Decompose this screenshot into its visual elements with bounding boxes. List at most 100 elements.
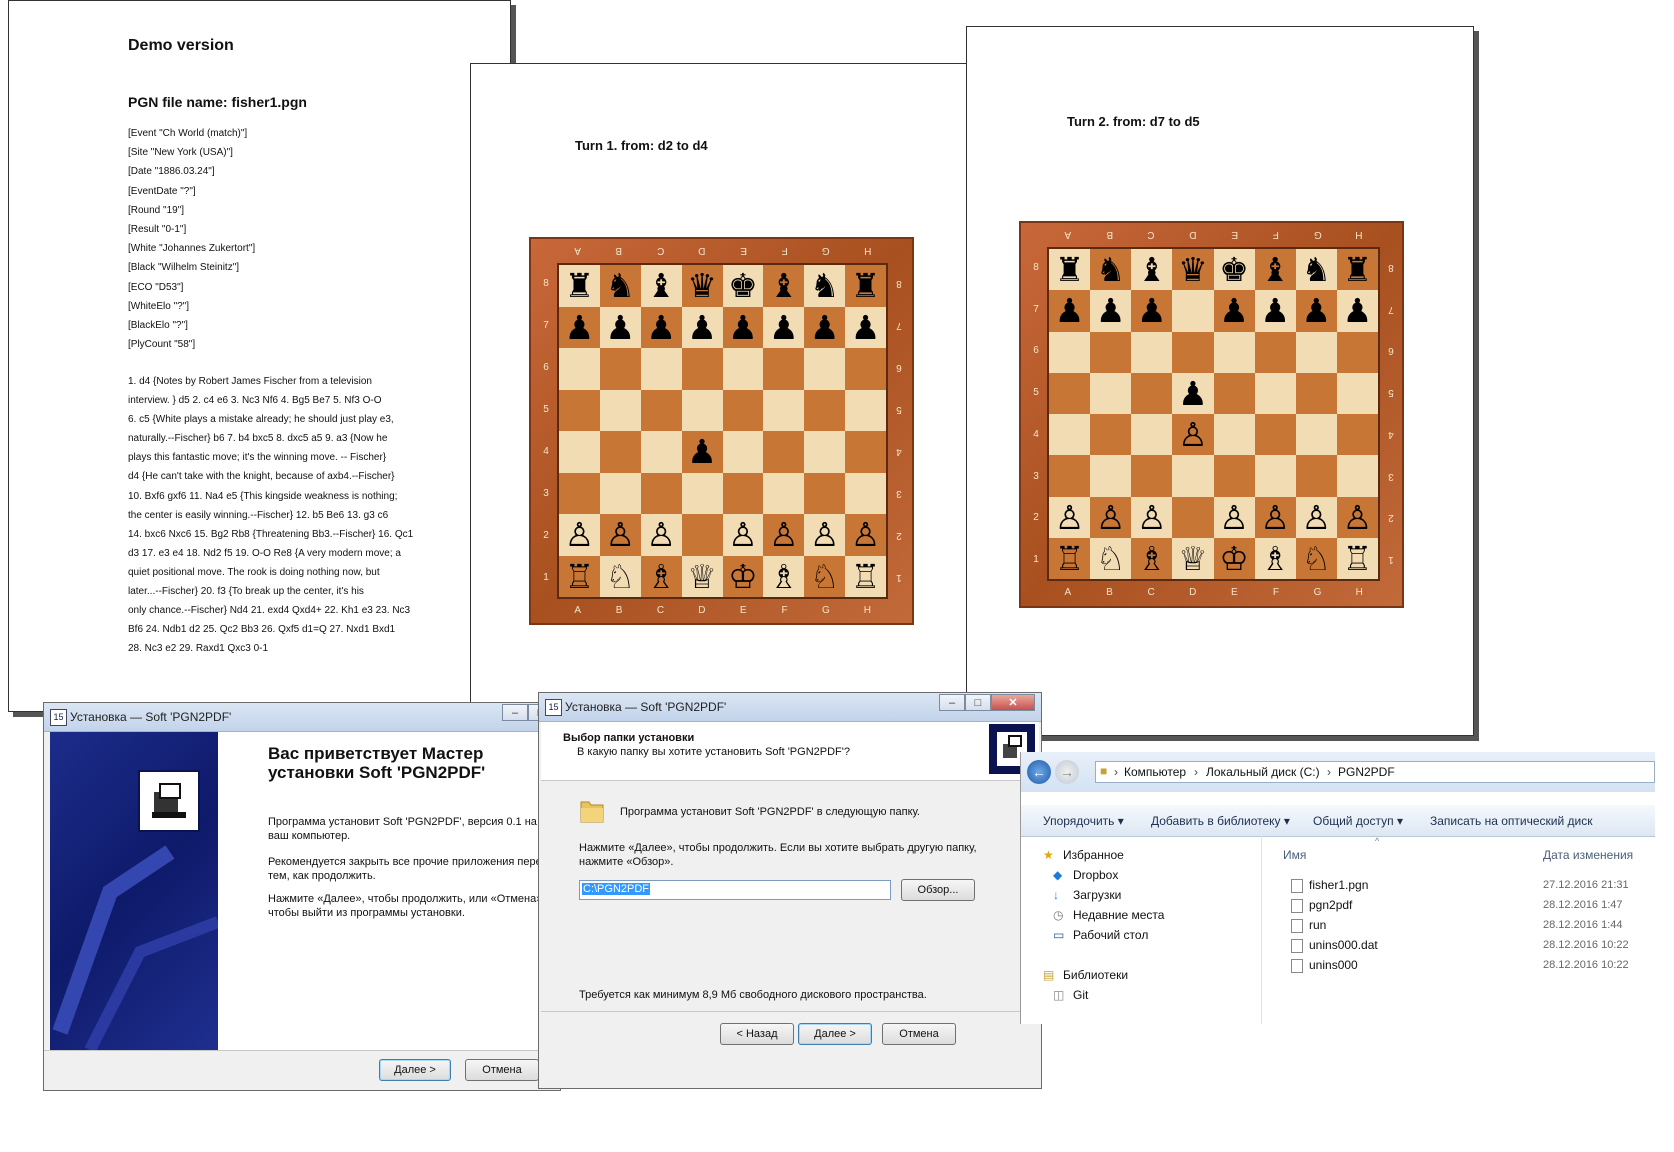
next-button[interactable]: Далее > bbox=[379, 1059, 451, 1081]
board-square: ♙ bbox=[1090, 496, 1132, 538]
board-square: ♗ bbox=[1254, 537, 1296, 579]
rank-label: 8 bbox=[543, 278, 549, 289]
pgn-notes-line: naturally.--Fischer} b6 7. b4 bxc5 8. dx… bbox=[128, 433, 388, 445]
pgn-tags: [Event "Ch World (match)"] [Site "New Yor… bbox=[128, 124, 418, 354]
title-bar[interactable]: 15 Установка — Soft 'PGN2PDF' – □ ✕ bbox=[539, 693, 1041, 722]
column-date-header[interactable]: Дата изменения bbox=[1543, 848, 1633, 862]
white-knight-icon: ♘ bbox=[605, 557, 636, 595]
nav-item-5[interactable]: ▤ Библиотеки bbox=[1043, 968, 1128, 982]
board-square bbox=[1131, 331, 1173, 373]
window-title: Установка — Soft 'PGN2PDF' bbox=[70, 710, 232, 724]
forward-nav-button[interactable]: → bbox=[1055, 760, 1079, 784]
file-label: D bbox=[1189, 587, 1197, 598]
setup-app-icon: 15 bbox=[50, 709, 67, 726]
board-square bbox=[1295, 331, 1337, 373]
rank-label: 5 bbox=[896, 404, 902, 415]
white-pawn-icon: ♙ bbox=[769, 516, 799, 554]
file-row[interactable]: unins000 bbox=[1291, 958, 1358, 973]
file-row[interactable]: pgn2pdf bbox=[1291, 898, 1352, 913]
board-square bbox=[1090, 455, 1132, 497]
board-square: ♘ bbox=[1090, 537, 1132, 579]
board-square: ♟ bbox=[1049, 290, 1091, 332]
cancel-button[interactable]: Отмена bbox=[465, 1059, 539, 1081]
pgn-notes-line: only chance.--Fischer} Nd4 21. exd4 Qxd4… bbox=[128, 605, 411, 617]
install-path-input[interactable]: C:\PGN2PDF bbox=[579, 880, 891, 900]
file-row[interactable]: fisher1.pgn bbox=[1291, 878, 1368, 893]
board-square bbox=[845, 472, 886, 514]
rank-label: 4 bbox=[1033, 428, 1039, 440]
black-rook-icon: ♜ bbox=[1054, 251, 1085, 289]
pgn-notes-line: quiet positional move. The rook is doing… bbox=[128, 566, 380, 578]
board-square bbox=[804, 389, 846, 431]
white-pawn-icon: ♙ bbox=[1137, 498, 1167, 536]
board-square bbox=[640, 472, 682, 514]
cancel-button[interactable]: Отмена bbox=[882, 1023, 956, 1045]
back-button[interactable]: < Назад bbox=[720, 1023, 794, 1045]
file-label: H bbox=[1355, 229, 1363, 240]
pgn-title: PGN file name: fisher1.pgn bbox=[128, 94, 307, 110]
file-date: 28.12.2016 10:22 bbox=[1543, 959, 1629, 971]
nav-item-2[interactable]: ↓ Загрузки bbox=[1053, 888, 1121, 902]
breadcrumb-computer[interactable]: Компьютер bbox=[1124, 765, 1186, 779]
minimize-button[interactable]: – bbox=[502, 704, 528, 721]
nav-item-1[interactable]: ◆ Dropbox bbox=[1053, 868, 1118, 882]
board-square bbox=[722, 389, 764, 431]
burn-disc-button[interactable]: Записать на оптический диск bbox=[1430, 814, 1593, 828]
pgn-tag-line: [ECO "D53"] bbox=[128, 281, 184, 293]
nav-item-6[interactable]: ◫ Git bbox=[1053, 988, 1088, 1002]
pgn-notes-line: the center is easily winning.--Fischer} … bbox=[128, 509, 389, 521]
pgn-notes-line: 1. d4 {Notes by Robert James Fischer fro… bbox=[128, 376, 372, 387]
pgn-notes-line: 6. c5 {White plays a mistake already; he… bbox=[128, 414, 394, 426]
nav-item-label: Git bbox=[1073, 988, 1089, 1002]
white-queen-icon: ♕ bbox=[687, 557, 717, 595]
next-button[interactable]: Далее > bbox=[798, 1023, 872, 1045]
maximize-button[interactable]: □ bbox=[965, 694, 991, 711]
board-square: ♟ bbox=[804, 306, 846, 348]
file-label: D bbox=[1189, 229, 1197, 240]
board-square bbox=[599, 348, 641, 390]
black-pawn-icon: ♟ bbox=[646, 308, 676, 346]
desktop-icon: ▭ bbox=[1053, 928, 1065, 942]
pgn-tag-line: [EventDate "?"] bbox=[128, 185, 196, 197]
title-bar[interactable]: 15 Установка — Soft 'PGN2PDF' – □ bbox=[44, 703, 560, 732]
chevron-right-icon: › bbox=[1194, 765, 1198, 779]
rank-label: 3 bbox=[543, 488, 549, 499]
back-nav-button[interactable]: ← bbox=[1027, 760, 1051, 784]
rank-label: 1 bbox=[1388, 554, 1394, 566]
board-square bbox=[1336, 372, 1378, 414]
board-square bbox=[722, 348, 764, 390]
board-square: ♖ bbox=[845, 555, 886, 597]
black-pawn-icon: ♟ bbox=[1219, 292, 1249, 330]
nav-item-3[interactable]: ◷ Недавние места bbox=[1053, 908, 1164, 922]
nav-item-4[interactable]: ▭ Рабочий стол bbox=[1053, 928, 1148, 942]
column-name-header[interactable]: Имя bbox=[1283, 848, 1306, 862]
minimize-button[interactable]: – bbox=[939, 694, 965, 711]
file-row[interactable]: unins000.dat bbox=[1291, 938, 1378, 953]
nav-item-0[interactable]: ★ Избранное bbox=[1043, 848, 1124, 862]
board-square bbox=[1254, 414, 1296, 456]
close-button[interactable]: ✕ bbox=[991, 694, 1035, 711]
share-menu[interactable]: Общий доступ ▾ bbox=[1313, 814, 1403, 828]
dropbox-icon: ◆ bbox=[1053, 868, 1063, 882]
breadcrumb-drive[interactable]: Локальный диск (C:) bbox=[1206, 765, 1320, 779]
black-rook-icon: ♜ bbox=[564, 267, 595, 305]
file-icon bbox=[1291, 898, 1303, 913]
address-bar[interactable]: ■ › Компьютер › Локальный диск (C:) › PG… bbox=[1095, 761, 1655, 783]
add-to-library-menu[interactable]: Добавить в библиотеку ▾ bbox=[1151, 814, 1290, 828]
file-name: fisher1.pgn bbox=[1309, 878, 1369, 892]
nav-item-label: Недавние места bbox=[1073, 908, 1165, 922]
white-bishop-icon: ♗ bbox=[1137, 539, 1167, 577]
board-square: ♛ bbox=[1172, 249, 1214, 291]
breadcrumb-folder[interactable]: PGN2PDF bbox=[1338, 765, 1395, 779]
organize-menu[interactable]: Упорядочить ▾ bbox=[1043, 814, 1124, 828]
black-pawn-icon: ♟ bbox=[687, 308, 717, 346]
file-row[interactable]: run bbox=[1291, 918, 1326, 933]
black-bishop-icon: ♝ bbox=[1137, 251, 1167, 289]
white-pawn-icon: ♙ bbox=[1260, 498, 1290, 536]
black-pawn-icon: ♟ bbox=[728, 308, 758, 346]
browse-button[interactable]: Обзор... bbox=[901, 879, 975, 901]
board-square: ♟ bbox=[681, 431, 723, 473]
white-pawn-icon: ♙ bbox=[1342, 498, 1373, 536]
white-pawn-icon: ♙ bbox=[605, 516, 636, 554]
file-label: G bbox=[1313, 229, 1322, 240]
